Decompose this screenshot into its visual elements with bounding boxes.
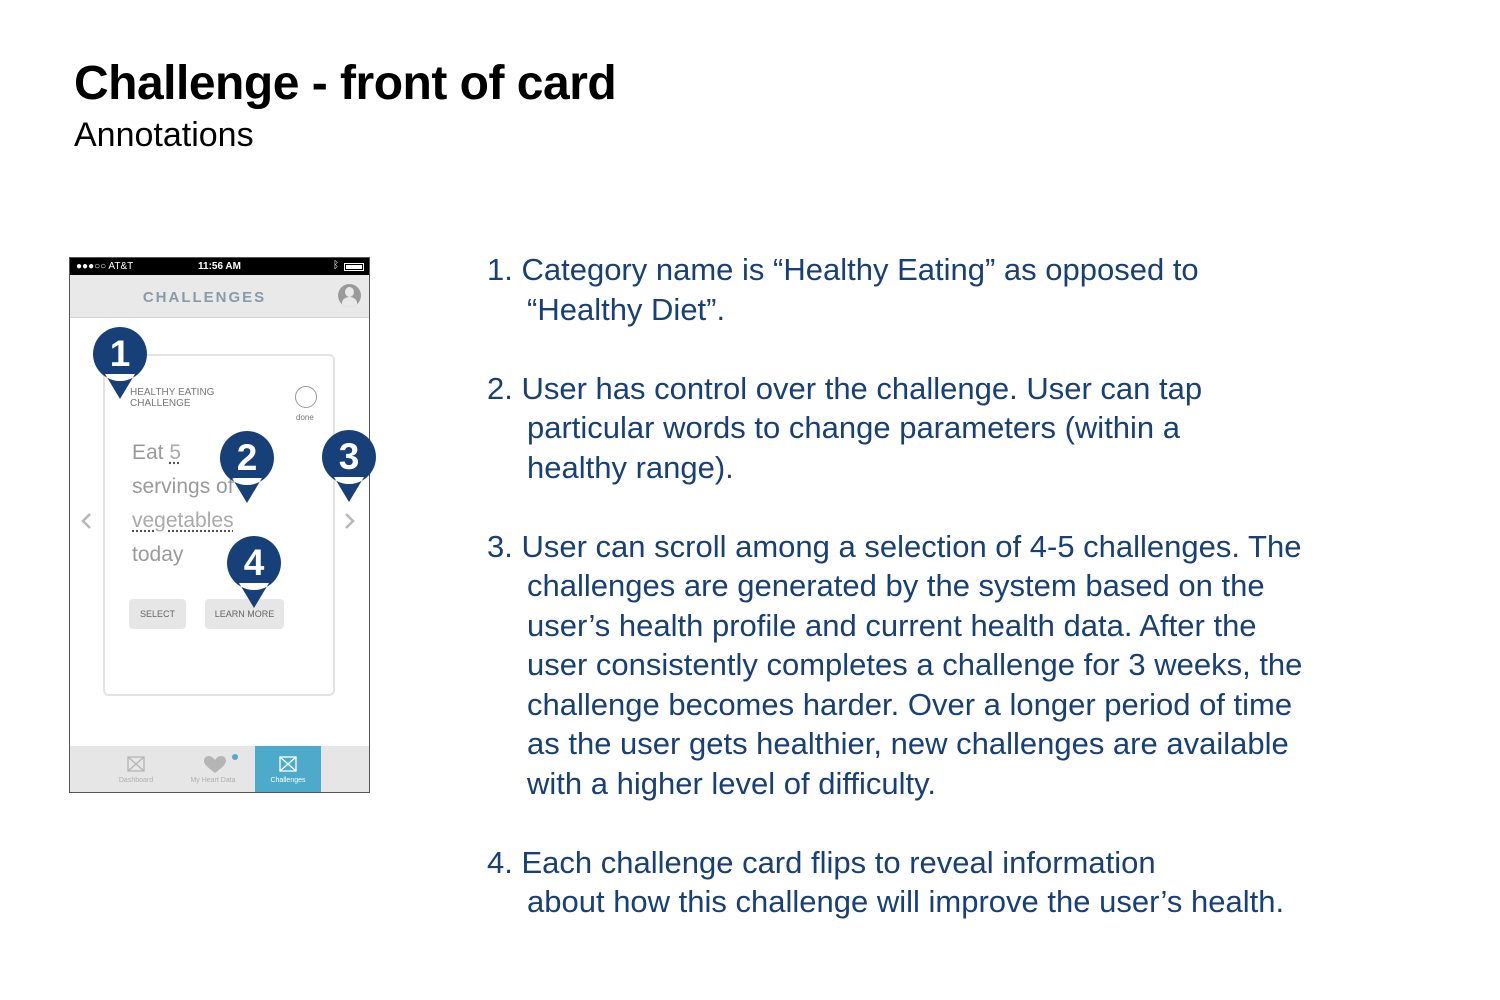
annotation-marker-2: 2 (219, 431, 274, 505)
annotation-marker-1: 1 (92, 327, 147, 401)
tab-my-heart-data[interactable]: My Heart Data (180, 746, 246, 792)
chevron-right-icon[interactable] (340, 512, 358, 530)
tab-label: Dashboard (118, 777, 154, 784)
page-title: Challenge - front of card (74, 57, 617, 110)
annotation-4: 4. Each challenge card flips to reveal i… (487, 844, 1285, 920)
nav-title: CHALLENGES (142, 289, 267, 306)
page-subtitle: Annotations (74, 116, 254, 154)
nav-bar: CHALLENGES (70, 275, 369, 318)
chevron-left-icon[interactable] (78, 512, 96, 530)
annotation-1: 1. Category name is “Healthy Eating” as … (487, 252, 1199, 327)
clock: 11:56 AM (198, 261, 241, 272)
tab-dashboard[interactable]: Dashboard (103, 746, 169, 792)
tab-label: Challenges (270, 777, 306, 784)
done-label: done (296, 413, 314, 422)
annotation-list: 1. Category name is “Healthy Eating” as … (487, 250, 1487, 961)
challenge-word-servings: servings of (132, 475, 234, 498)
select-button[interactable]: SELECT (129, 599, 186, 629)
tab-bar: Dashboard My Heart Data Challenges (70, 746, 369, 792)
challenge-text: Eat 5 servings of vegetables today (132, 436, 234, 572)
status-bar: ●●●○○ AT&T 11:56 AM ᛒ (70, 258, 369, 275)
annotation-3: 3. User can scroll among a selection of … (487, 528, 1303, 801)
done-checkbox[interactable] (295, 386, 317, 408)
challenge-word-eat: Eat (132, 441, 170, 464)
bluetooth-icon: ᛒ (333, 260, 339, 271)
tab-challenges[interactable]: Challenges (255, 746, 321, 792)
battery-icon (344, 263, 364, 271)
notification-dot (232, 754, 238, 760)
food-parameter[interactable]: vegetables (132, 509, 234, 532)
challenge-card[interactable]: HEALTHY EATING CHALLENGE done Eat 5 serv… (103, 354, 335, 696)
annotation-marker-3: 3 (321, 430, 376, 504)
placeholder-box-icon (127, 756, 145, 772)
annotation-2: 2. User has control over the challenge. … (487, 370, 1203, 485)
tab-label: My Heart Data (190, 777, 236, 784)
heart-icon (204, 756, 226, 773)
placeholder-box-icon (279, 756, 297, 772)
annotation-marker-4: 4 (226, 536, 281, 610)
challenge-word-today: today (132, 543, 184, 566)
amount-parameter[interactable]: 5 (169, 441, 181, 464)
profile-icon[interactable] (338, 284, 361, 307)
